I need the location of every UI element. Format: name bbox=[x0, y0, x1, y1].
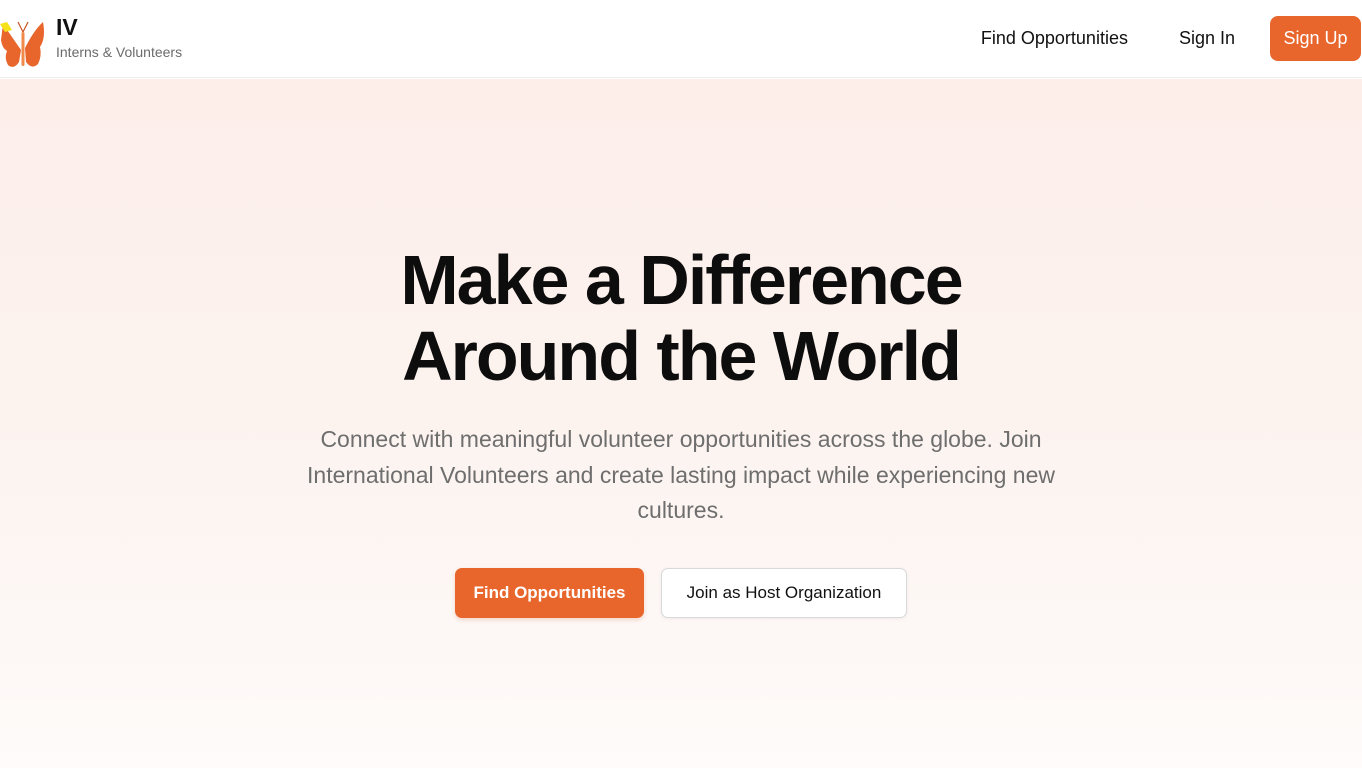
hero-title-line2: Around the World bbox=[402, 317, 962, 395]
nav-find-opportunities-link[interactable]: Find Opportunities bbox=[981, 28, 1128, 49]
nav-sign-in-link[interactable]: Sign In bbox=[1179, 28, 1235, 49]
hero-title-line1: Make a Difference bbox=[400, 241, 963, 319]
top-navbar: IV Interns & Volunteers Find Opportuniti… bbox=[0, 0, 1362, 78]
brand[interactable]: IV Interns & Volunteers bbox=[0, 0, 182, 78]
sign-up-button[interactable]: Sign Up bbox=[1270, 16, 1361, 61]
hero-actions: Find Opportunities Join as Host Organiza… bbox=[0, 568, 1362, 618]
brand-title: IV bbox=[56, 13, 78, 40]
butterfly-icon bbox=[0, 21, 44, 67]
hero-title: Make a Difference Around the World bbox=[0, 242, 1362, 394]
hero-section: Make a Difference Around the World Conne… bbox=[0, 79, 1362, 768]
join-host-organization-button[interactable]: Join as Host Organization bbox=[661, 568, 907, 618]
find-opportunities-button[interactable]: Find Opportunities bbox=[455, 568, 644, 618]
brand-tagline: Interns & Volunteers bbox=[56, 43, 183, 60]
main-nav: Find Opportunities Sign In Sign Up bbox=[981, 0, 1362, 78]
hero-description: Connect with meaningful volunteer opport… bbox=[307, 426, 1055, 523]
